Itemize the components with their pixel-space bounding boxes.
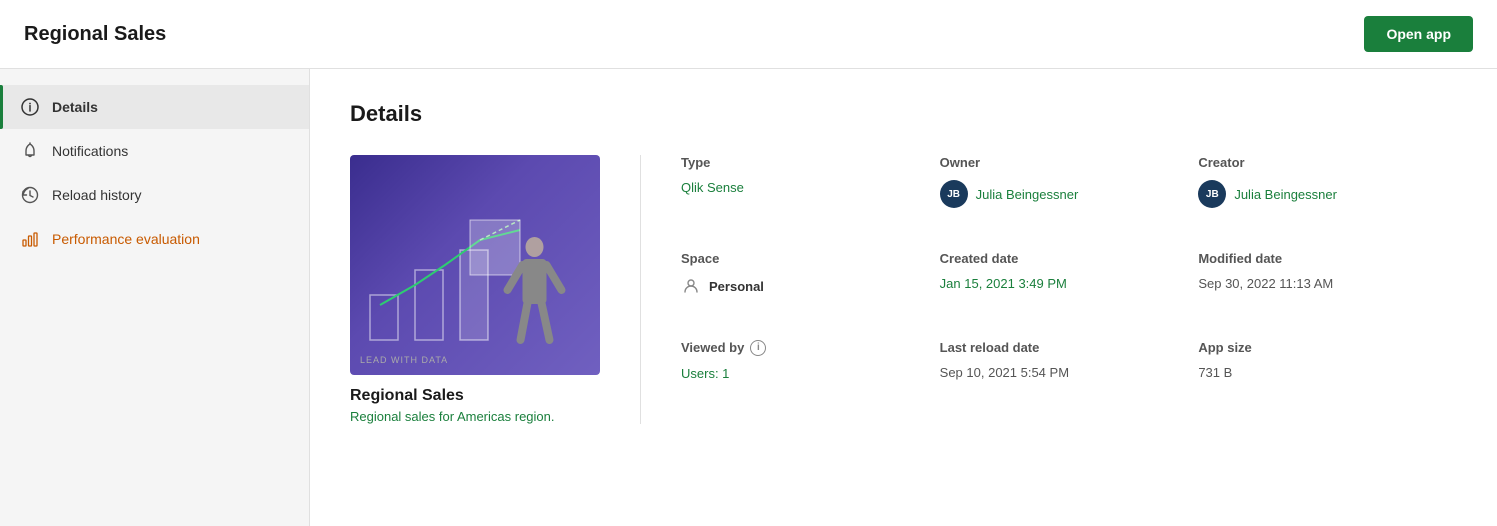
modified-date-value: Sep 30, 2022 11:13 AM [1198,276,1457,291]
creator-name[interactable]: Julia Beingessner [1234,187,1337,202]
owner-name[interactable]: Julia Beingessner [976,187,1079,202]
open-app-button[interactable]: Open app [1364,16,1473,52]
last-reload-value: Sep 10, 2021 5:54 PM [940,365,1199,380]
created-date-block: Created date Jan 15, 2021 3:49 PM [940,251,1199,339]
type-block: Type Qlik Sense [681,155,940,251]
app-thumbnail-section: LEAD WITH DATA Regional Sales Regional s… [350,155,600,424]
created-date-label: Created date [940,251,1199,266]
viewed-by-label-row: Viewed by i [681,340,940,356]
content-area: Details [310,69,1497,526]
app-name: Regional Sales [350,387,600,405]
sidebar-item-reload-history[interactable]: Reload history [0,173,309,217]
type-value[interactable]: Qlik Sense [681,180,940,195]
creator-block: Creator JB Julia Beingessner [1198,155,1457,251]
info-icon-viewed[interactable]: i [750,340,766,356]
sidebar-item-performance-evaluation-label: Performance evaluation [52,231,200,247]
owner-row: JB Julia Beingessner [940,180,1199,208]
details-body: LEAD WITH DATA Regional Sales Regional s… [350,155,1457,424]
app-size-value: 731 B [1198,365,1457,380]
thumbnail-label: LEAD WITH DATA [360,355,448,365]
sidebar: Details Notifications Rel [0,69,310,526]
owner-block: Owner JB Julia Beingessner [940,155,1199,251]
person-icon [681,276,701,296]
main-layout: Details Notifications Rel [0,69,1497,526]
last-reload-block: Last reload date Sep 10, 2021 5:54 PM [940,340,1199,424]
space-value: Personal [709,279,764,294]
info-icon [20,97,40,117]
space-label: Space [681,251,940,266]
owner-label: Owner [940,155,1199,170]
space-block: Space Personal [681,251,940,339]
app-size-label: App size [1198,340,1457,355]
creator-avatar: JB [1198,180,1226,208]
thumbnail-image: LEAD WITH DATA [350,155,600,375]
sidebar-item-reload-history-label: Reload history [52,187,142,203]
page-title: Regional Sales [24,23,166,46]
owner-avatar: JB [940,180,968,208]
details-section-title: Details [350,101,1457,127]
app-description: Regional sales for Americas region. [350,409,600,424]
created-date-value: Jan 15, 2021 3:49 PM [940,276,1199,291]
person-illustration [500,235,570,355]
clock-icon [20,185,40,205]
viewed-by-value: Users: 1 [681,366,940,381]
details-grid: Type Qlik Sense Owner JB Julia Beingessn… [640,155,1457,424]
modified-date-label: Modified date [1198,251,1457,266]
last-reload-label: Last reload date [940,340,1199,355]
chart-bar-icon [20,229,40,249]
sidebar-item-details[interactable]: Details [0,85,309,129]
type-label: Type [681,155,940,170]
space-row: Personal [681,276,940,296]
creator-row: JB Julia Beingessner [1198,180,1457,208]
header: Regional Sales Open app [0,0,1497,69]
sidebar-item-notifications-label: Notifications [52,143,128,159]
modified-date-block: Modified date Sep 30, 2022 11:13 AM [1198,251,1457,339]
viewed-by-label: Viewed by [681,340,744,355]
app-size-block: App size 731 B [1198,340,1457,424]
sidebar-item-notifications[interactable]: Notifications [0,129,309,173]
creator-label: Creator [1198,155,1457,170]
bell-icon [20,141,40,161]
viewed-by-block: Viewed by i Users: 1 [681,340,940,424]
sidebar-item-performance-evaluation[interactable]: Performance evaluation [0,217,309,261]
sidebar-item-details-label: Details [52,99,98,115]
